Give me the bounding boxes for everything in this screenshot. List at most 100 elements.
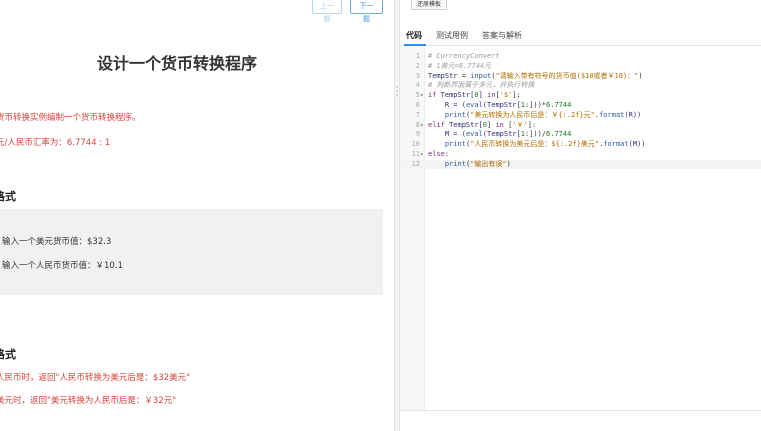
restore-template-button[interactable]: 还原模板	[411, 0, 448, 10]
code-token: elif	[428, 120, 445, 129]
code-token: :]))/	[524, 130, 547, 139]
code-token: in	[495, 120, 504, 129]
editor-pane: 还原模板 代码 测试用例 答案与解析 1 # CurrencyConvert 2 # …	[400, 0, 761, 431]
code-text: print("输出有误")	[428, 160, 511, 169]
tab-test-cases[interactable]: 测试用例	[436, 30, 468, 41]
code-token: else	[428, 150, 445, 158]
fold-toggle-icon[interactable]: ▾	[420, 150, 425, 159]
prev-question-button[interactable]: 上一题	[312, 0, 342, 23]
code-token: :]))*	[524, 101, 547, 109]
code-line[interactable]: 9 M = (eval(TempStr[1:]))/6.7744	[400, 130, 761, 139]
code-token: # 1美元=6.7744元	[428, 61, 492, 70]
code-text: TempStr = input("请输入带有符号的货币值($10或者￥10)："…	[428, 72, 643, 81]
code-token: 6.7744	[546, 130, 572, 139]
code-text: # 判断界面属于多元，并执行转换	[428, 81, 534, 90]
input-sample-2: 输入一个人民币货币值：￥10.1	[2, 261, 123, 271]
code-line[interactable]: 12 print("输出有误")	[400, 159, 761, 169]
line-number: 7	[415, 110, 420, 119]
code-token: ]:	[512, 91, 521, 100]
code-token: "请输入带有符号的货币值($10或者￥10)："	[495, 71, 639, 80]
line-number: 11	[411, 150, 420, 158]
input-sample-1: 输入一个美元货币值：$32.3	[2, 237, 112, 247]
code-line[interactable]: 3 TempStr = input("请输入带有符号的货币值($10或者￥10)：…	[400, 72, 761, 81]
code-line[interactable]: 5 ▾ if TempStr[0] in['$']:	[400, 91, 761, 100]
line-number: 4	[415, 81, 420, 90]
code-token: 6.7744	[546, 101, 572, 109]
code-text: elif TempStr[0] in ['￥']:	[428, 121, 536, 130]
code-text: R = (eval(TempStr[1:]))*6.7744	[428, 101, 571, 110]
code-token: ]	[478, 91, 488, 100]
output-rule-1: 人民币时，返回"人民币转换为美元后是：$32美元"	[0, 373, 191, 383]
code-token: # 判断界面属于多元，并执行转换	[428, 81, 535, 90]
code-line[interactable]: 11 ▾ else:	[400, 150, 761, 159]
code-token: format	[603, 140, 629, 149]
input-format-heading: 格式	[0, 190, 16, 203]
input-sample-box: 输入一个美元货币值：$32.3 输入一个人民币货币值：￥10.1	[0, 209, 383, 295]
code-token: format	[599, 110, 625, 119]
tab-code[interactable]: 代码	[406, 30, 422, 41]
code-text: # 1美元=6.7744元	[428, 62, 491, 71]
code-line[interactable]: 1 # CurrencyConvert	[400, 52, 761, 61]
code-token: "人民币转换为美元后是：${:.2f}美元"	[470, 140, 600, 149]
code-token: print	[444, 110, 466, 119]
editor-tabs: 代码 测试用例 答案与解析	[400, 26, 761, 46]
code-token: (M))	[628, 140, 646, 149]
fold-toggle-icon[interactable]: ▾	[420, 91, 425, 100]
code-token: (R))	[624, 110, 642, 119]
line-number: 9	[415, 130, 420, 139]
code-token: =	[457, 71, 471, 80]
next-question-button[interactable]: 下一题	[350, 0, 383, 23]
line-number: 2	[415, 61, 420, 70]
code-line[interactable]: 7 print("美元转换为人民币后是：￥{:.2f}元".format(R))	[400, 111, 761, 120]
code-token: )	[506, 159, 511, 168]
code-text: print("人民币转换为美元后是：${:.2f}美元".format(M))	[428, 140, 646, 149]
code-token: TempStr	[428, 71, 458, 80]
code-token: '￥'	[512, 120, 528, 129]
code-line[interactable]: 10 print("人民币转换为美元后是：${:.2f}美元".format(M…	[400, 140, 761, 149]
output-format-heading: 格式	[0, 348, 16, 361]
output-rule-2: 美元时，返回"美元转换为人民币后是：￥32元"	[0, 396, 177, 406]
code-token: )	[638, 71, 643, 80]
code-token: eval	[465, 101, 483, 109]
problem-title: 设计一个货币转换程序	[96, 54, 257, 73]
line-number: 10	[411, 140, 420, 149]
line-number: 5	[415, 91, 420, 100]
code-token: "美元转换为人民币后是：￥{:.2f}元"	[470, 110, 595, 119]
code-editor[interactable]: 1 # CurrencyConvert 2 # 1美元=6.7744元 3 TempStr…	[400, 46, 761, 410]
code-token: TempStr[	[436, 91, 475, 100]
line-number: 3	[415, 71, 420, 80]
code-text: print("美元转换为人民币后是：￥{:.2f}元".format(R))	[428, 111, 641, 120]
line-number: 8	[415, 120, 420, 129]
code-token: print	[444, 159, 466, 168]
problem-description: 货币转换实例编制一个货币转换程序。	[0, 113, 141, 123]
code-token: "输出有误"	[470, 159, 507, 168]
line-number: 1	[415, 52, 420, 60]
code-line[interactable]: 8 ▾ elif TempStr[0] in ['￥']:	[400, 121, 761, 130]
code-token: ]:	[527, 120, 537, 129]
fold-toggle-icon[interactable]: ▾	[420, 121, 425, 130]
line-number: 6	[415, 101, 420, 109]
code-line[interactable]: 2 # 1美元=6.7744元	[400, 62, 761, 71]
code-token: TempStr[	[444, 120, 483, 129]
code-token: M = (	[428, 130, 466, 139]
code-text: else:	[428, 150, 449, 159]
exchange-rate-text: 元/人民币汇率为：6.7744 : 1	[0, 138, 111, 148]
code-token: (TempStr[	[482, 101, 521, 109]
drag-handle-icon[interactable]: · · ·	[395, 84, 399, 100]
code-line[interactable]: 6 R = (eval(TempStr[1:]))*6.7744	[400, 101, 761, 110]
code-token: R = (	[428, 101, 466, 109]
code-token: '$'	[499, 91, 513, 100]
problem-pane: 上一题 下一题 设计一个货币转换程序 货币转换实例编制一个货币转换程序。 元/人…	[0, 0, 394, 431]
line-number: 12	[411, 159, 420, 168]
code-line[interactable]: 4 # 判断界面属于多元，并执行转换	[400, 81, 761, 90]
tab-answer-analysis[interactable]: 答案与解析	[482, 30, 522, 41]
code-text: if TempStr[0] in['$']:	[428, 91, 521, 100]
code-token: :	[444, 150, 450, 158]
code-token: print	[444, 140, 466, 149]
editor-bottom-bar	[400, 410, 761, 431]
code-text: M = (eval(TempStr[1:]))/6.7744	[428, 130, 571, 139]
code-token: # CurrencyConvert	[428, 52, 500, 60]
